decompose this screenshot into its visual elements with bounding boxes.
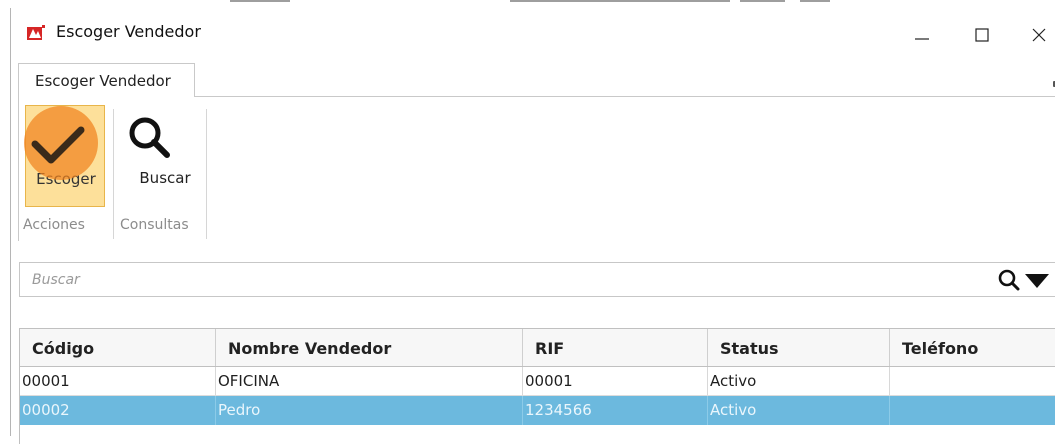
cell-status: Activo (708, 367, 890, 395)
close-button[interactable] (1019, 18, 1055, 52)
cell-nombre: Pedro (216, 396, 523, 425)
app-logo-icon (27, 25, 45, 40)
ribbon-tab-escoger-vendedor[interactable]: Escoger Vendedor (18, 63, 195, 97)
cell-status: Activo (708, 396, 890, 425)
cell-telefono (890, 367, 1055, 395)
search-ribbon-button-label: Buscar (139, 169, 191, 187)
group-separator (113, 109, 114, 239)
window-title: Escoger Vendedor (56, 22, 201, 41)
cell-rif: 1234566 (523, 396, 708, 425)
table-row-selected[interactable]: 00002 Pedro 1234566 Activo (20, 396, 1055, 425)
cell-rif: 00001 (523, 367, 708, 395)
maximize-button[interactable] (959, 18, 1005, 52)
search-bar (19, 262, 1055, 297)
column-header-codigo[interactable]: Código (20, 329, 216, 366)
group-label-consultas: Consultas (120, 217, 189, 233)
table-row[interactable]: 00001 OFICINA 00001 Activo (20, 367, 1055, 396)
column-header-status[interactable]: Status (708, 329, 890, 366)
cell-nombre: OFICINA (216, 367, 523, 395)
checkmark-icon (31, 126, 85, 164)
search-icon[interactable] (997, 268, 1021, 292)
column-header-nombre[interactable]: Nombre Vendedor (216, 329, 523, 366)
title-bar: Escoger Vendedor (11, 8, 1055, 58)
maximize-icon (975, 28, 989, 42)
table-header: Código Nombre Vendedor RIF Status Teléfo… (20, 329, 1055, 367)
close-icon (1032, 28, 1046, 42)
search-input[interactable] (32, 269, 932, 291)
minimize-button[interactable] (899, 18, 945, 52)
sellers-table: Código Nombre Vendedor RIF Status Teléfo… (19, 328, 1055, 444)
column-header-rif[interactable]: RIF (523, 329, 708, 366)
choose-seller-dialog: Escoger Vendedor Escoger Vendedor Escoge… (10, 8, 1055, 444)
group-separator (206, 109, 207, 239)
magnifier-icon (129, 117, 170, 158)
cell-telefono (890, 396, 1055, 425)
group-label-acciones: Acciones (23, 217, 85, 233)
cell-codigo: 00001 (20, 367, 216, 395)
column-header-telefono[interactable]: Teléfono (890, 329, 1055, 366)
ribbon-tab-label: Escoger Vendedor (35, 72, 171, 90)
cell-codigo: 00002 (20, 396, 216, 425)
filter-dropdown-icon[interactable] (1023, 270, 1055, 290)
minimize-icon (915, 38, 929, 40)
